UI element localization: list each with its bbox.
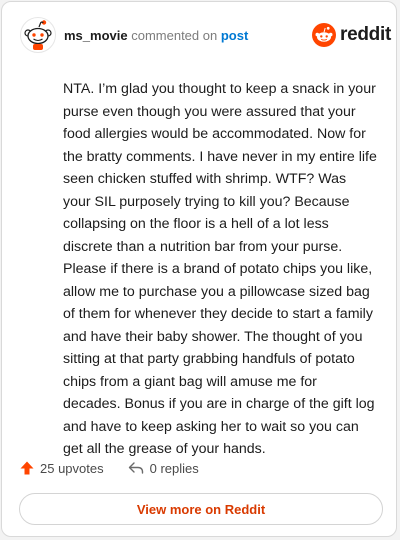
- avatar[interactable]: [20, 17, 56, 53]
- upvote-button[interactable]: 25 upvotes: [20, 461, 104, 476]
- snoo-avatar-icon: [20, 17, 56, 53]
- username[interactable]: ms_movie: [64, 28, 128, 43]
- comment-card: ms_movie commented on post reddit NTA. I…: [1, 1, 397, 537]
- reply-count: 0 replies: [149, 460, 199, 476]
- reply-arrow-icon: [128, 462, 143, 474]
- comment-header: ms_movie commented on post reddit: [2, 2, 396, 66]
- upvote-arrow-icon: [20, 461, 34, 475]
- reddit-wordmark: reddit: [340, 24, 391, 45]
- comment-body: NTA. I’m glad you thought to keep a snac…: [63, 81, 377, 457]
- post-link[interactable]: post: [221, 28, 248, 43]
- reddit-snoo-icon: [312, 23, 336, 47]
- comment-meta: ms_movie commented on post: [64, 28, 248, 43]
- commented-on-label: commented on: [131, 28, 218, 43]
- upvote-count: 25 upvotes: [40, 460, 104, 476]
- reddit-logo[interactable]: reddit: [312, 22, 391, 48]
- view-more-on-reddit-button[interactable]: View more on Reddit: [19, 493, 383, 525]
- reply-button[interactable]: 0 replies: [128, 461, 199, 476]
- comment-actions: 25 upvotes 0 replies: [20, 458, 223, 478]
